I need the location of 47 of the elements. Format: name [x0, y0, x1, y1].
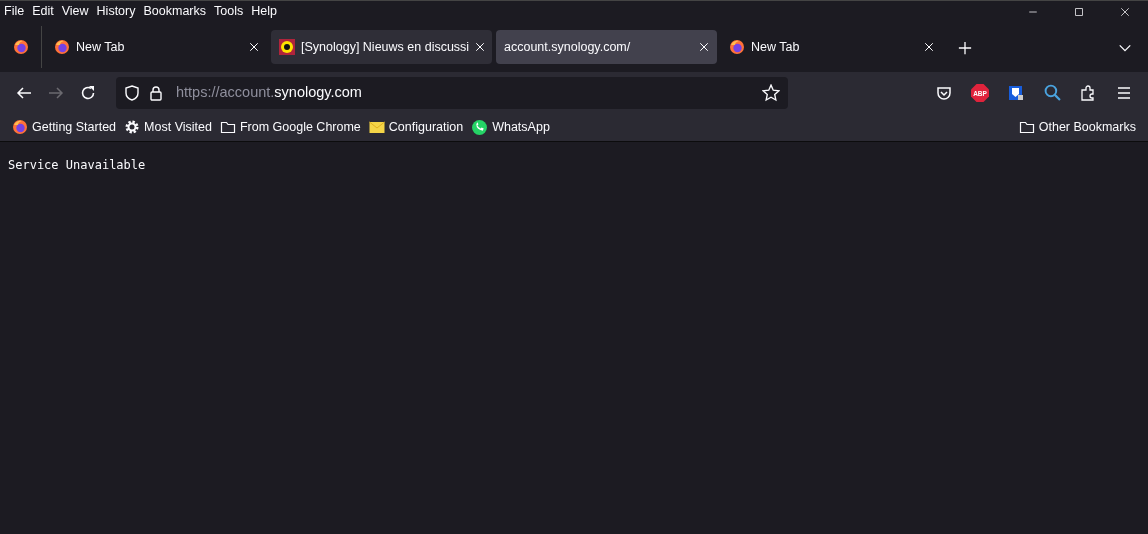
- back-arrow-icon[interactable]: [16, 84, 32, 101]
- maximize-icon[interactable]: [1073, 5, 1085, 18]
- menu-item[interactable]: History: [92, 0, 140, 23]
- close-icon[interactable]: [699, 42, 709, 52]
- folder-icon: [1018, 119, 1035, 135]
- reload-icon[interactable]: [80, 84, 96, 101]
- pocket-icon[interactable]: [936, 84, 952, 101]
- star-icon[interactable]: [762, 83, 780, 102]
- close-icon[interactable]: [924, 42, 934, 52]
- error-message: Service Unavailable: [7, 157, 147, 174]
- menu-item[interactable]: Help: [247, 0, 281, 23]
- bookmark-item[interactable]: WhatsApp: [467, 117, 554, 137]
- bookmark-item[interactable]: Most Visited: [120, 117, 216, 137]
- chat-icon: [471, 118, 489, 136]
- shield-lock-icon[interactable]: [1008, 84, 1024, 101]
- bookmark-folder[interactable]: Other Bookmarks: [1014, 117, 1140, 137]
- menu-item[interactable]: Bookmarks: [139, 0, 210, 23]
- plus-icon[interactable]: [958, 40, 972, 55]
- menu-icon[interactable]: [1116, 84, 1132, 101]
- firefox-icon: [729, 39, 745, 55]
- gear-icon: [124, 119, 141, 135]
- firefox-icon: [54, 39, 70, 55]
- menu-item[interactable]: Edit: [28, 0, 58, 23]
- close-icon[interactable]: [1119, 5, 1131, 18]
- browser-tab[interactable]: New Tab: [721, 30, 942, 64]
- eye-icon: [279, 39, 295, 55]
- firefox-icon: [12, 119, 28, 135]
- menu-item[interactable]: View: [57, 0, 93, 23]
- browser-tab[interactable]: account.synology.com/: [496, 30, 717, 64]
- bookmark-item[interactable]: Configuration: [364, 117, 468, 137]
- menu-item[interactable]: File: [0, 0, 29, 23]
- shield-icon: [124, 84, 140, 101]
- bookmark-item[interactable]: From Google Chrome: [215, 117, 365, 137]
- lock-icon: [148, 84, 164, 101]
- browser-tab[interactable]: New Tab: [46, 30, 267, 64]
- puzzle-icon[interactable]: [1080, 84, 1096, 101]
- close-icon[interactable]: [249, 42, 259, 52]
- envelope-icon: [368, 119, 385, 135]
- bookmark-item[interactable]: Getting Started: [8, 117, 121, 137]
- search-icon[interactable]: [1043, 84, 1061, 101]
- browser-tab[interactable]: [Synology] Nieuws en discussi: [271, 30, 492, 64]
- firefox-icon[interactable]: [12, 39, 29, 55]
- address-bar[interactable]: https://account.synology.com: [116, 76, 788, 109]
- url-text: https://account.synology.com: [176, 82, 363, 102]
- menu-item[interactable]: Tools: [210, 0, 248, 23]
- close-icon[interactable]: [475, 42, 486, 52]
- folder-icon: [219, 119, 236, 135]
